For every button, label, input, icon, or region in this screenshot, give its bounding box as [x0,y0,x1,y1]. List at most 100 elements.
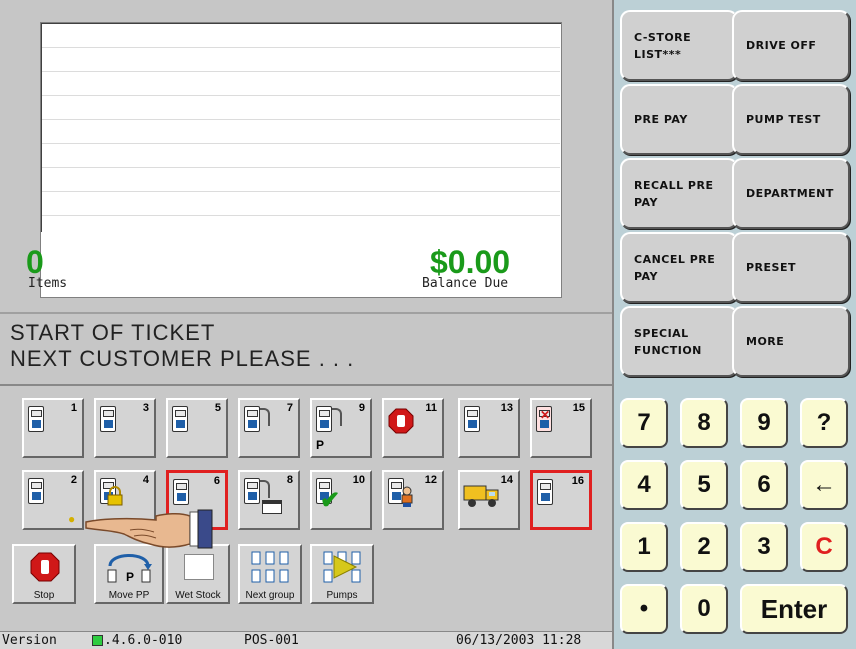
pump-7-button[interactable]: 7 [238,398,300,458]
prompt-line-1: START OF TICKET [10,320,216,345]
pump-number: 14 [500,474,513,486]
pump-number: 8 [286,474,293,486]
version-number: .4.6.0-010 [104,633,183,648]
prepay-badge: P [316,438,325,452]
pump-5-button[interactable]: 5 [166,398,228,458]
c-store-list-button[interactable]: C-STORE LIST*** [620,10,738,81]
wet-stock-icon [184,554,214,580]
pump-number: 4 [142,474,149,486]
key-9[interactable]: 9 [740,398,788,448]
padlock-icon [107,486,123,506]
dispenser-nozzle-out-icon [244,406,260,432]
pump-number: 6 [213,475,220,487]
dispenser-icon [28,478,44,504]
pump-13-button[interactable]: 13 [458,398,520,458]
key-8[interactable]: 8 [680,398,728,448]
connection-indicator-icon [92,635,103,646]
pump-1-button[interactable]: 1 [22,398,84,458]
pointing-hand-icon [85,509,213,549]
numeric-keypad: 7 8 9 ? 4 5 6 ← 1 2 3 C • 0 Enter [612,384,856,649]
dispenser-icon [100,406,116,432]
department-button[interactable]: DEPARTMENT [732,158,850,229]
attendant-icon [401,486,413,507]
pump-12-button[interactable]: 12 [382,470,444,530]
key-4[interactable]: 4 [620,460,668,510]
backspace-key[interactable]: ← [800,460,848,510]
help-key[interactable]: ? [800,398,848,448]
wet-stock-button[interactable]: Wet Stock [166,544,230,604]
pump-number: 13 [500,402,513,414]
function-key-panel: C-STORE LIST*** DRIVE OFF PRE PAY PUMP T… [612,0,856,384]
special-function-button[interactable]: SPECIAL FUNCTION [620,306,738,377]
key-6[interactable]: 6 [740,460,788,510]
pump-number: 1 [70,402,77,414]
dispenser-icon [464,406,480,432]
pump-number: 11 [425,402,437,414]
drive-off-button[interactable]: DRIVE OFF [732,10,850,81]
key-7[interactable]: 7 [620,398,668,448]
pump-test-button[interactable]: PUMP TEST [732,84,850,155]
recall-pre-pay-button[interactable]: RECALL PRE PAY [620,158,738,229]
wet-stock-label: Wet Stock [175,590,221,601]
pump-16-button[interactable]: 16 [530,470,592,530]
dispenser-icon [28,406,44,432]
stop-icon [30,552,60,582]
move-pp-label: Move PP [108,590,150,601]
date-time: 06/13/2003 11:28 [456,633,582,648]
pump-3-button[interactable]: 3 [94,398,156,458]
credit-card-icon [262,500,282,514]
checkmark-icon: ✔ [320,487,341,514]
pump-11-button[interactable]: 11 [382,398,444,458]
status-bar: Version .4.6.0-010 POS-001 06/13/2003 11… [0,631,612,649]
stop-hand-icon [388,408,414,434]
prompt-message-area: START OF TICKET NEXT CUSTOMER PLEASE . .… [0,312,614,382]
svg-text:P: P [126,570,134,584]
pumps-label: Pumps [326,590,358,601]
move-prepay-icon: P [107,554,152,584]
pump-9-button[interactable]: P 9 [310,398,372,458]
move-pp-button[interactable]: P Move PP [94,544,164,604]
fuel-truck-icon [463,485,499,507]
preset-button[interactable]: PRESET [732,232,850,303]
pre-pay-button[interactable]: PRE PAY [620,84,738,155]
key-2[interactable]: 2 [680,522,728,572]
more-button[interactable]: MORE [732,306,850,377]
pump-number: 2 [70,474,77,486]
pump-2-button[interactable]: ● 2 [22,470,84,530]
key-0[interactable]: 0 [680,584,728,634]
pumps-button[interactable]: Pumps [310,544,374,604]
pump-8-button[interactable]: 8 [238,470,300,530]
clear-key[interactable]: C [800,522,848,572]
pump-14-button[interactable]: 14 [458,470,520,530]
dispenser-selected-icon [537,479,553,505]
dispenser-icon [172,406,188,432]
decimal-key[interactable]: • [620,584,668,634]
pump-15-button[interactable]: ✕ 15 [530,398,592,458]
receipt-panel: 0 Items $0.00 Balance Due START OF TICKE… [0,0,614,384]
version-label: Version [2,633,57,648]
nozzle-icon [260,408,270,426]
key-1[interactable]: 1 [620,522,668,572]
key-3[interactable]: 3 [740,522,788,572]
stop-button[interactable]: Stop [12,544,76,604]
error-x-icon: ✕ [540,408,551,422]
pump-number: 7 [286,402,293,414]
terminal-id: POS-001 [244,633,299,648]
pumps-play-icon [323,551,361,583]
next-group-label: Next group [245,590,295,601]
cancel-pre-pay-button[interactable]: CANCEL PRE PAY [620,232,738,303]
key-5[interactable]: 5 [680,460,728,510]
next-group-button[interactable]: Next group [238,544,302,604]
nozzle-icon [260,480,270,498]
pump-10-button[interactable]: ✔ 10 [310,470,372,530]
nozzle-icon [332,408,342,426]
pump-number: 16 [571,475,584,487]
pump-number: 9 [358,402,365,414]
pump-number: 10 [352,474,365,486]
pump-number: 5 [214,402,221,414]
dispenser-selected-icon [173,479,189,505]
prompt-line-2: NEXT CUSTOMER PLEASE . . . [10,346,355,371]
pump-number: 3 [142,402,149,414]
pump-number: 12 [424,474,437,486]
enter-key[interactable]: Enter [740,584,848,634]
